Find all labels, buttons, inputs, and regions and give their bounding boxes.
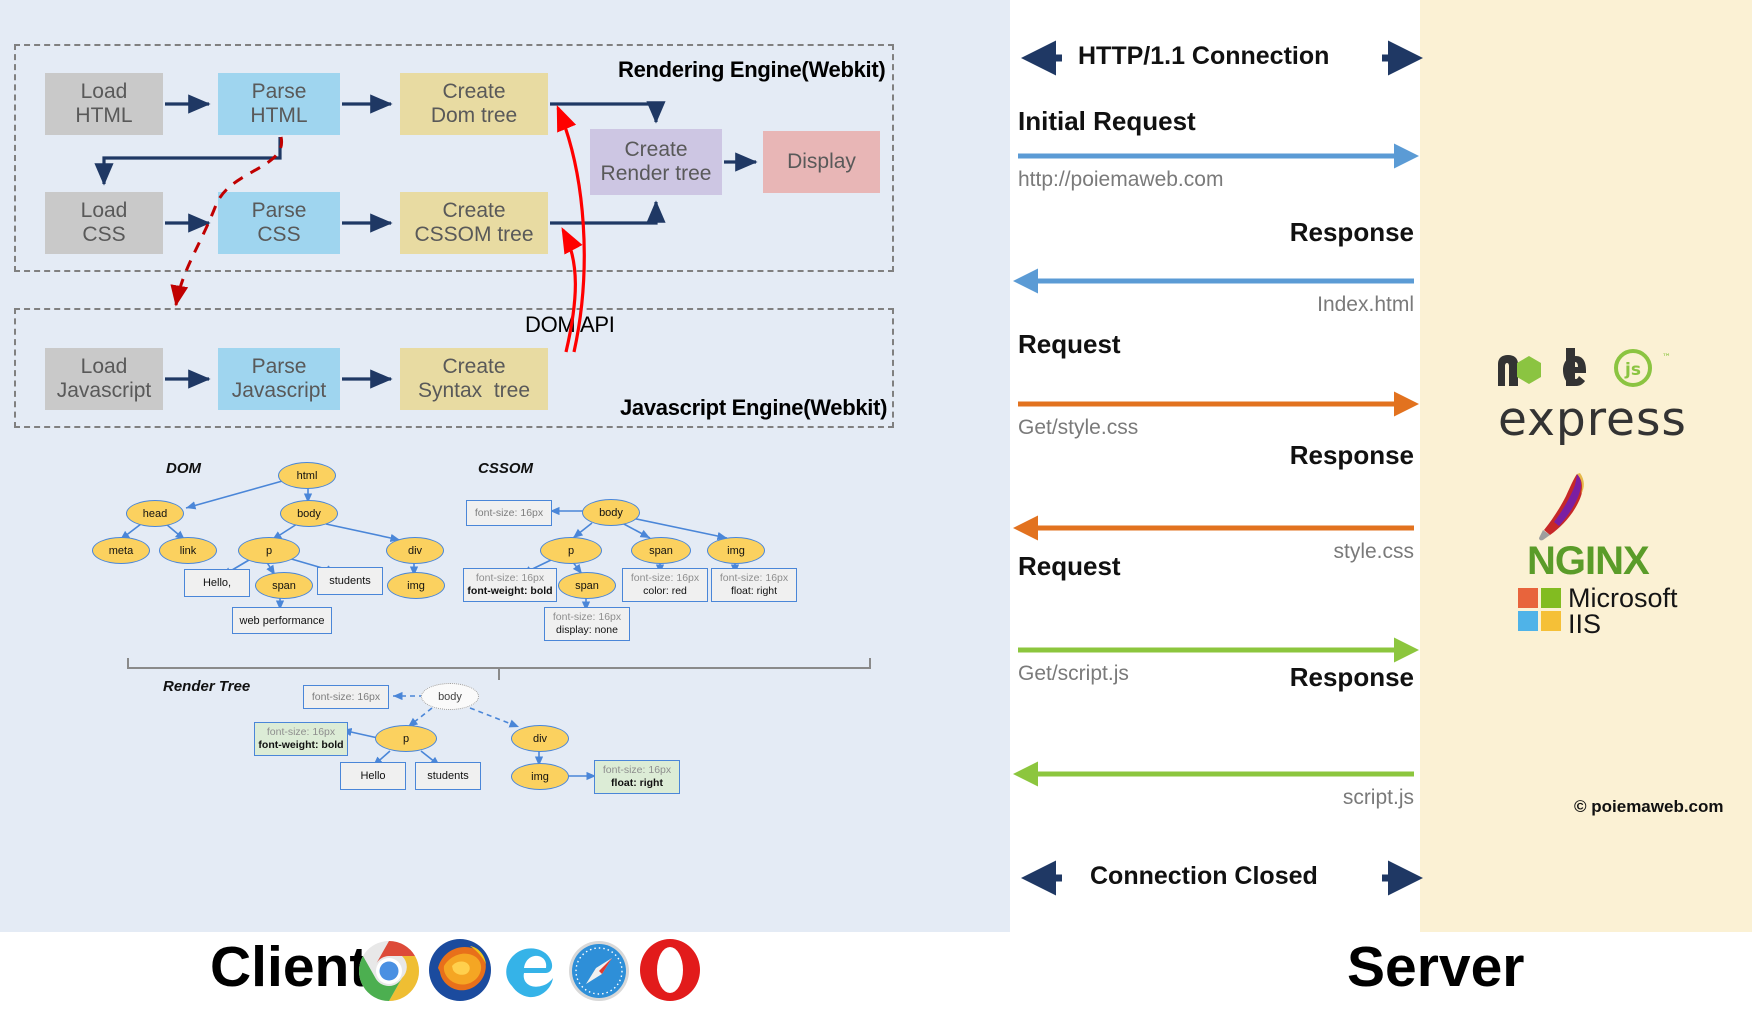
flow-box-label: Create CSSOM tree	[414, 198, 534, 246]
dom-node: head	[126, 500, 184, 527]
opera-icon	[640, 939, 700, 1001]
cssom-rule: font-size: 16px display: none	[544, 607, 630, 641]
copyright-label: © poiemaweb.com	[1574, 797, 1724, 816]
connection-open-label: HTTP/1.1 Connection	[1078, 42, 1330, 70]
cssom-tree-title: CSSOM	[478, 460, 534, 477]
seq-detail-0: http://poiemaweb.com	[1018, 168, 1224, 191]
dom-node: span	[255, 572, 313, 599]
svg-text:js: js	[1624, 360, 1641, 380]
dom-node: div	[386, 537, 444, 564]
flow-box-label: Create Render tree	[600, 137, 712, 185]
dom-node: img	[387, 572, 445, 599]
render-node: img	[511, 763, 569, 790]
render-node-body: body	[421, 683, 479, 710]
flow-box-label: Parse HTML	[250, 79, 308, 127]
chrome-icon	[358, 941, 420, 1001]
dom-text-node: web performance	[232, 607, 332, 634]
flow-box-label: Create Syntax tree	[417, 354, 531, 402]
render-rule: font-size: 16px	[303, 685, 389, 709]
cssom-rule: font-size: 16px color: red	[622, 568, 708, 602]
cssom-rule: font-size: 16px	[466, 500, 552, 526]
flow-box-label: Display	[787, 149, 856, 173]
flow-box-display: Display	[763, 131, 880, 193]
safari-icon	[569, 941, 629, 1001]
dom-node: link	[159, 537, 217, 564]
firefox-icon	[429, 939, 491, 1001]
seq-label-1: Response	[1289, 217, 1414, 247]
nodejs-logo: js ™	[1498, 348, 1671, 387]
flow-box-load-js: Load Javascript	[45, 348, 163, 410]
seq-detail-1: Index.html	[1317, 293, 1414, 316]
javascript-engine-label: Javascript Engine(Webkit)	[620, 395, 888, 420]
render-rule: font-size: 16px float: right	[594, 760, 680, 794]
client-label: Client	[210, 935, 369, 999]
server-panel	[1420, 0, 1752, 932]
flow-box-parse-js: Parse Javascript	[218, 348, 340, 410]
flow-box-label: Load CSS	[80, 198, 128, 246]
seq-label-3: Response	[1289, 440, 1414, 470]
svg-text:™: ™	[1662, 353, 1671, 363]
ms-squares	[1518, 588, 1562, 632]
dom-text-node: Hello,	[184, 569, 250, 597]
dom-node: html	[278, 462, 336, 489]
edge-icon	[506, 948, 553, 998]
seq-detail-2: Get/style.css	[1018, 416, 1139, 439]
server-label: Server	[1347, 935, 1525, 999]
dom-text-node: students	[317, 567, 383, 595]
nginx-logo: NGINX	[1527, 539, 1650, 583]
flow-box-create-cssom: Create CSSOM tree	[400, 192, 548, 254]
cssom-node: p	[540, 537, 602, 564]
cssom-node: span	[558, 572, 616, 599]
dom-node: body	[280, 500, 338, 527]
seq-detail-3: style.css	[1333, 540, 1414, 563]
dom-node: p	[238, 537, 300, 564]
microsoft-label: Microsoft	[1568, 583, 1678, 613]
flow-box-label: Create Dom tree	[430, 79, 518, 127]
dom-api-label: DOM API	[525, 312, 615, 337]
express-logo: express	[1498, 392, 1687, 447]
render-rule: font-size: 16px font-weight: bold	[254, 722, 348, 756]
cssom-rule: font-size: 16px float: right	[711, 568, 797, 602]
seq-detail-4: Get/script.js	[1018, 662, 1129, 685]
rendering-engine-label: Rendering Engine(Webkit)	[618, 57, 886, 82]
iis-label: IIS	[1568, 609, 1602, 639]
render-node: p	[375, 725, 437, 752]
dom-tree-title: DOM	[166, 460, 201, 477]
render-tree-title: Render Tree	[163, 678, 251, 695]
render-text-node: Hello	[340, 762, 406, 790]
seq-label-0: Initial Request	[1018, 106, 1196, 136]
flow-box-label: Load HTML	[75, 79, 133, 127]
render-node: div	[511, 725, 569, 752]
seq-detail-5: script.js	[1342, 786, 1414, 809]
flow-box-create-render: Create Render tree	[590, 129, 722, 195]
render-text-node: students	[415, 762, 481, 790]
flow-box-create-ast: Create Syntax tree	[400, 348, 548, 410]
flow-box-load-html: Load HTML	[45, 73, 163, 135]
flow-box-label: Parse CSS	[251, 198, 307, 246]
flow-box-parse-html: Parse HTML	[218, 73, 340, 135]
seq-label-2: Request	[1018, 329, 1121, 359]
cssom-node: span	[631, 537, 691, 564]
cssom-rule: font-size: 16px font-weight: bold	[463, 568, 557, 602]
seq-label-4: Request	[1018, 551, 1121, 581]
microsoft-iis-logo: Microsoft IIS	[1518, 583, 1708, 639]
flow-box-parse-css: Parse CSS	[218, 192, 340, 254]
seq-label-5: Response	[1289, 662, 1414, 692]
flow-box-label: Parse Javascript	[231, 354, 327, 402]
flow-box-label: Load Javascript	[56, 354, 152, 402]
cssom-node: img	[707, 537, 765, 564]
dom-node: meta	[92, 537, 150, 564]
connection-closed-label: Connection Closed	[1090, 862, 1318, 890]
flow-box-load-css: Load CSS	[45, 192, 163, 254]
cssom-node: body	[582, 499, 640, 526]
flow-box-create-dom: Create Dom tree	[400, 73, 548, 135]
apache-logo	[1539, 473, 1584, 541]
